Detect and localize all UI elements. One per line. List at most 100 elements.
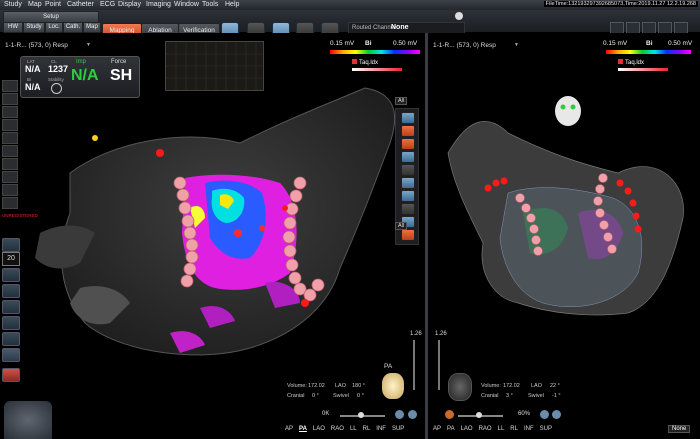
left-reset-view-icon[interactable] — [395, 410, 404, 419]
chevron-down-icon[interactable]: ▼ — [514, 42, 519, 48]
tab-loc[interactable]: Loc. — [45, 22, 63, 33]
right-view-ll[interactable]: LL — [498, 426, 505, 432]
right-color-bar[interactable] — [606, 50, 691, 54]
left-volume-label: Volume: — [287, 383, 307, 389]
menu-point[interactable]: Point — [45, 1, 61, 8]
right-view-lao[interactable]: LAO — [461, 426, 473, 432]
map-tool-5[interactable] — [401, 164, 415, 176]
cl-value: 1237 — [48, 64, 69, 74]
right-color-tool-icon[interactable] — [445, 410, 454, 419]
tab-hw[interactable]: HW — [3, 22, 23, 33]
imp-label: Imp — [76, 59, 87, 65]
none-dropdown[interactable]: None — [668, 425, 691, 433]
right-view-rl[interactable]: RL — [510, 426, 518, 432]
ecg-thumbnail-grid — [166, 42, 263, 90]
left-tool-1[interactable] — [2, 80, 18, 92]
map-tool-4[interactable] — [401, 151, 415, 163]
chevron-down-icon[interactable]: ▼ — [86, 42, 91, 48]
left-map-header[interactable]: 1-1-R... (573, 0) Resp — [5, 42, 68, 49]
point-counter[interactable]: 20 — [2, 252, 20, 266]
right-view-inf[interactable]: INF — [524, 426, 534, 432]
left-map-view[interactable]: 1-1-R... (573, 0) Resp ▼ 0.15 mV Bi 0.50… — [0, 33, 425, 439]
menu-ecg[interactable]: ECG — [100, 1, 115, 8]
map-tool-3[interactable] — [401, 138, 415, 150]
left-tool-9[interactable] — [2, 184, 18, 196]
menu-tools[interactable]: Tools — [202, 1, 218, 8]
left-view-pa[interactable]: PA — [299, 426, 307, 432]
map-tool-2[interactable] — [401, 125, 415, 137]
menu-study[interactable]: Study — [4, 1, 22, 8]
cursor-icon[interactable] — [2, 348, 20, 362]
draw-icon[interactable] — [2, 284, 20, 298]
left-tool-7[interactable] — [2, 158, 18, 170]
taq-bar — [352, 68, 402, 71]
layer-icon[interactable] — [2, 300, 20, 314]
left-color-bar[interactable] — [330, 50, 420, 54]
left-tool-10[interactable] — [2, 197, 18, 209]
right-scale-slider[interactable] — [438, 340, 440, 390]
menu-display[interactable]: Display — [118, 1, 141, 8]
left-tool-8[interactable] — [2, 171, 18, 183]
left-scale-slider[interactable] — [413, 340, 415, 390]
catheter-info-box: LAT N/A CL 1237 Bi N/A Stability Imp N/A… — [20, 56, 140, 98]
routed-slider-knob[interactable] — [455, 12, 463, 20]
imp-value: N/A — [71, 67, 99, 84]
heart-orientation-icon[interactable] — [382, 373, 404, 399]
snapshot-icon[interactable] — [2, 332, 20, 346]
map-tool-8[interactable] — [401, 203, 415, 215]
left-view-ll[interactable]: LL — [350, 426, 357, 432]
left-tool-5[interactable] — [2, 132, 18, 144]
left-zoom-knob[interactable] — [358, 412, 364, 418]
map-tool-1[interactable] — [401, 112, 415, 124]
tab-map[interactable]: Map — [83, 22, 101, 33]
right-view-bar: AP PA LAO RAO LL RL INF SUP — [433, 426, 558, 432]
right-view-ap[interactable]: AP — [433, 426, 441, 432]
right-scale-number: 1.26 — [435, 331, 447, 337]
right-scale-max: 0.50 mV — [668, 40, 693, 47]
left-view-lao[interactable]: LAO — [313, 426, 325, 432]
right-swivel-value: -1 ° — [552, 393, 561, 399]
menu-map[interactable]: Map — [28, 1, 42, 8]
menu-catheter[interactable]: Catheter — [67, 1, 94, 8]
left-taq-text: Taq.ldx — [359, 60, 379, 66]
map-tool-6[interactable] — [401, 177, 415, 189]
right-rotate-icon[interactable] — [552, 410, 561, 419]
menu-window[interactable]: Window — [174, 1, 199, 8]
right-zoom-knob[interactable] — [476, 412, 482, 418]
filter-icon[interactable] — [2, 316, 20, 330]
left-view-ap[interactable]: AP — [285, 426, 293, 432]
magnet-icon[interactable] — [2, 368, 20, 382]
right-heart-orientation-icon[interactable] — [448, 373, 472, 401]
left-view-sup[interactable]: SUP — [392, 426, 404, 432]
tab-cath[interactable]: Cath. — [63, 22, 83, 33]
dropdown-all-bottom[interactable]: All — [395, 222, 408, 230]
left-view-rao[interactable]: RAO — [331, 426, 344, 432]
left-tool-2[interactable] — [2, 93, 18, 105]
menu-help[interactable]: Help — [225, 1, 239, 8]
left-view-inf[interactable]: INF — [376, 426, 386, 432]
right-cranial-label: Cranial — [481, 393, 499, 399]
left-view-rl[interactable]: RL — [363, 426, 371, 432]
left-rotate-icon[interactable] — [408, 410, 417, 419]
ecg-thumbnail[interactable] — [165, 41, 264, 91]
navigation-pad[interactable] — [4, 401, 52, 439]
right-view-rao[interactable]: RAO — [479, 426, 492, 432]
right-map-view[interactable]: 1-1-R... (573, 0) Resp ▼ 0.15 mV Bi 0.50… — [428, 33, 700, 439]
tab-study[interactable]: Study — [23, 22, 45, 33]
taq-color-icon — [352, 59, 357, 64]
menu-imaging[interactable]: Imaging — [146, 1, 171, 8]
left-tool-3[interactable] — [2, 106, 18, 118]
right-view-sup[interactable]: SUP — [540, 426, 552, 432]
left-cranial-value: 0 ° — [312, 393, 319, 399]
right-map-header[interactable]: 1-1-R... (573, 0) Resp — [433, 42, 496, 49]
map-tool-10[interactable] — [401, 229, 415, 241]
left-tool-6[interactable] — [2, 145, 18, 157]
tag-icon[interactable] — [2, 268, 20, 282]
right-view-pa[interactable]: PA — [447, 426, 455, 432]
orientation-marker: PA — [384, 363, 393, 370]
catheter-select-icon[interactable] — [2, 238, 20, 252]
dropdown-all-top[interactable]: All — [395, 97, 408, 105]
left-tool-4[interactable] — [2, 119, 18, 131]
map-tool-7[interactable] — [401, 190, 415, 202]
right-reset-view-icon[interactable] — [540, 410, 549, 419]
